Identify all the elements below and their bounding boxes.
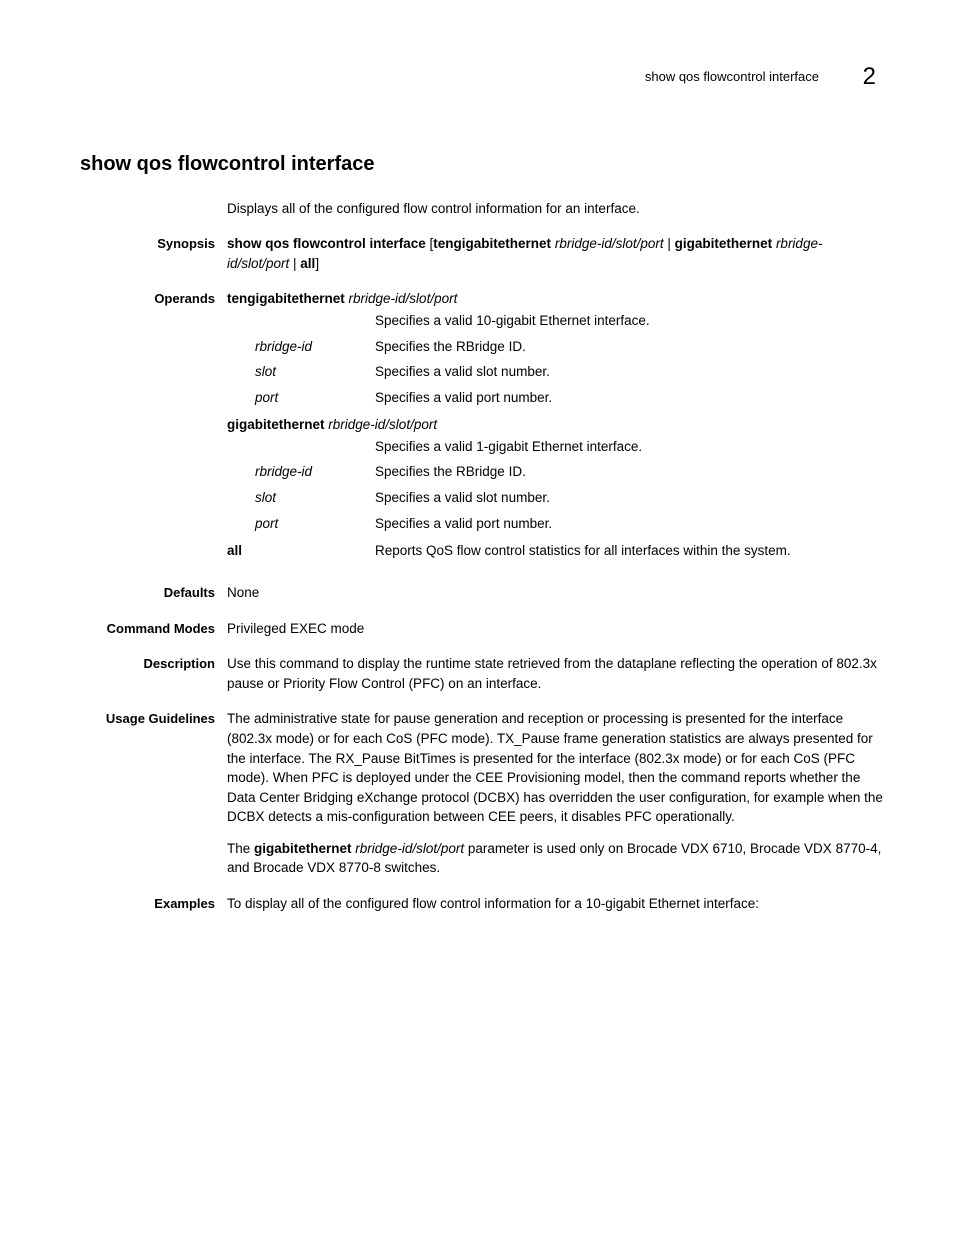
intro-text: Displays all of the configured flow cont… — [227, 199, 884, 219]
defaults-row: Defaults None — [80, 583, 884, 603]
examples-row: Examples To display all of the configure… — [80, 894, 884, 914]
sub-operand-row: slot Specifies a valid slot number. — [227, 362, 884, 382]
sub-term: slot — [255, 488, 375, 508]
description-row: Description Use this command to display … — [80, 654, 884, 693]
sub-desc: Specifies the RBridge ID. — [375, 337, 884, 357]
examples-content: To display all of the configured flow co… — [227, 894, 884, 914]
syn-pipe2: | — [289, 256, 300, 271]
sub-term: rbridge-id — [255, 337, 375, 357]
sub-operand-row: port Specifies a valid port number. — [227, 514, 884, 534]
syn-pipe: | — [664, 236, 675, 251]
sub-term: slot — [255, 362, 375, 382]
syn-teng: tengigabitethernet — [433, 236, 551, 251]
sub-desc: Specifies a valid slot number. — [375, 488, 884, 508]
synopsis-label: Synopsis — [80, 234, 227, 254]
teng-kw: tengigabitethernet — [227, 291, 345, 306]
u2b: gigabitethernet — [254, 841, 352, 856]
sub-desc: Specifies a valid port number. — [375, 514, 884, 534]
syn-bracket2: ] — [315, 256, 319, 271]
gig-kw: gigabitethernet — [227, 417, 325, 432]
running-title: show qos flowcontrol interface — [645, 69, 819, 84]
operands-label: Operands — [80, 289, 227, 309]
usage-p1: The administrative state for pause gener… — [227, 709, 884, 826]
sub-operand-row: rbridge-id Specifies the RBridge ID. — [227, 462, 884, 482]
syn-gig: gigabitethernet — [675, 236, 773, 251]
description-label: Description — [80, 654, 227, 674]
examples-label: Examples — [80, 894, 227, 914]
sub-term: rbridge-id — [255, 462, 375, 482]
chapter-number: 2 — [863, 63, 876, 90]
sub-term: port — [255, 514, 375, 534]
sub-term: port — [255, 388, 375, 408]
operand-teng-term: tengigabitethernet rbridge-id/slot/port — [227, 289, 884, 309]
syn-arg1: rbridge-id/slot/port — [555, 236, 664, 251]
sub-desc: Specifies the RBridge ID. — [375, 462, 884, 482]
u2d: rbridge-id/slot/port — [355, 841, 464, 856]
syn-cmd: show qos flowcontrol interface — [227, 236, 426, 251]
command-modes-content: Privileged EXEC mode — [227, 619, 884, 639]
operand-gig-term: gigabitethernet rbridge-id/slot/port — [227, 415, 884, 435]
description-content: Use this command to display the runtime … — [227, 654, 884, 693]
sub-operand-row: slot Specifies a valid slot number. — [227, 488, 884, 508]
defaults-content: None — [227, 583, 884, 603]
sub-operand-row: rbridge-id Specifies the RBridge ID. — [227, 337, 884, 357]
operands-row: Operands tengigabitethernet rbridge-id/s… — [80, 289, 884, 566]
sub-operand-row: port Specifies a valid port number. — [227, 388, 884, 408]
teng-desc: Specifies a valid 10-gigabit Ethernet in… — [375, 311, 884, 331]
sub-desc: Specifies a valid port number. — [375, 388, 884, 408]
command-title: show qos flowcontrol interface — [80, 150, 884, 179]
usage-content: The administrative state for pause gener… — [227, 709, 884, 878]
all-kw: all — [227, 541, 375, 561]
syn-all: all — [300, 256, 315, 271]
command-modes-label: Command Modes — [80, 619, 227, 639]
gig-arg: rbridge-id/slot/port — [328, 417, 437, 432]
operand-teng: tengigabitethernet rbridge-id/slot/port … — [227, 289, 884, 407]
usage-p2: The gigabitethernet rbridge-id/slot/port… — [227, 839, 884, 878]
u2a: The — [227, 841, 254, 856]
operand-all: all Reports QoS flow control statistics … — [227, 541, 884, 561]
gig-desc: Specifies a valid 1-gigabit Ethernet int… — [375, 437, 884, 457]
operands-content: tengigabitethernet rbridge-id/slot/port … — [227, 289, 884, 566]
teng-arg: rbridge-id/slot/port — [349, 291, 458, 306]
operand-gig: gigabitethernet rbridge-id/slot/port Spe… — [227, 415, 884, 533]
defaults-label: Defaults — [80, 583, 227, 603]
usage-label: Usage Guidelines — [80, 709, 227, 729]
usage-row: Usage Guidelines The administrative stat… — [80, 709, 884, 878]
all-desc: Reports QoS flow control statistics for … — [375, 541, 884, 561]
running-header: show qos flowcontrol interface 2 — [80, 60, 884, 95]
synopsis-content: show qos flowcontrol interface [tengigab… — [227, 234, 884, 273]
command-modes-row: Command Modes Privileged EXEC mode — [80, 619, 884, 639]
synopsis-row: Synopsis show qos flowcontrol interface … — [80, 234, 884, 273]
sub-desc: Specifies a valid slot number. — [375, 362, 884, 382]
